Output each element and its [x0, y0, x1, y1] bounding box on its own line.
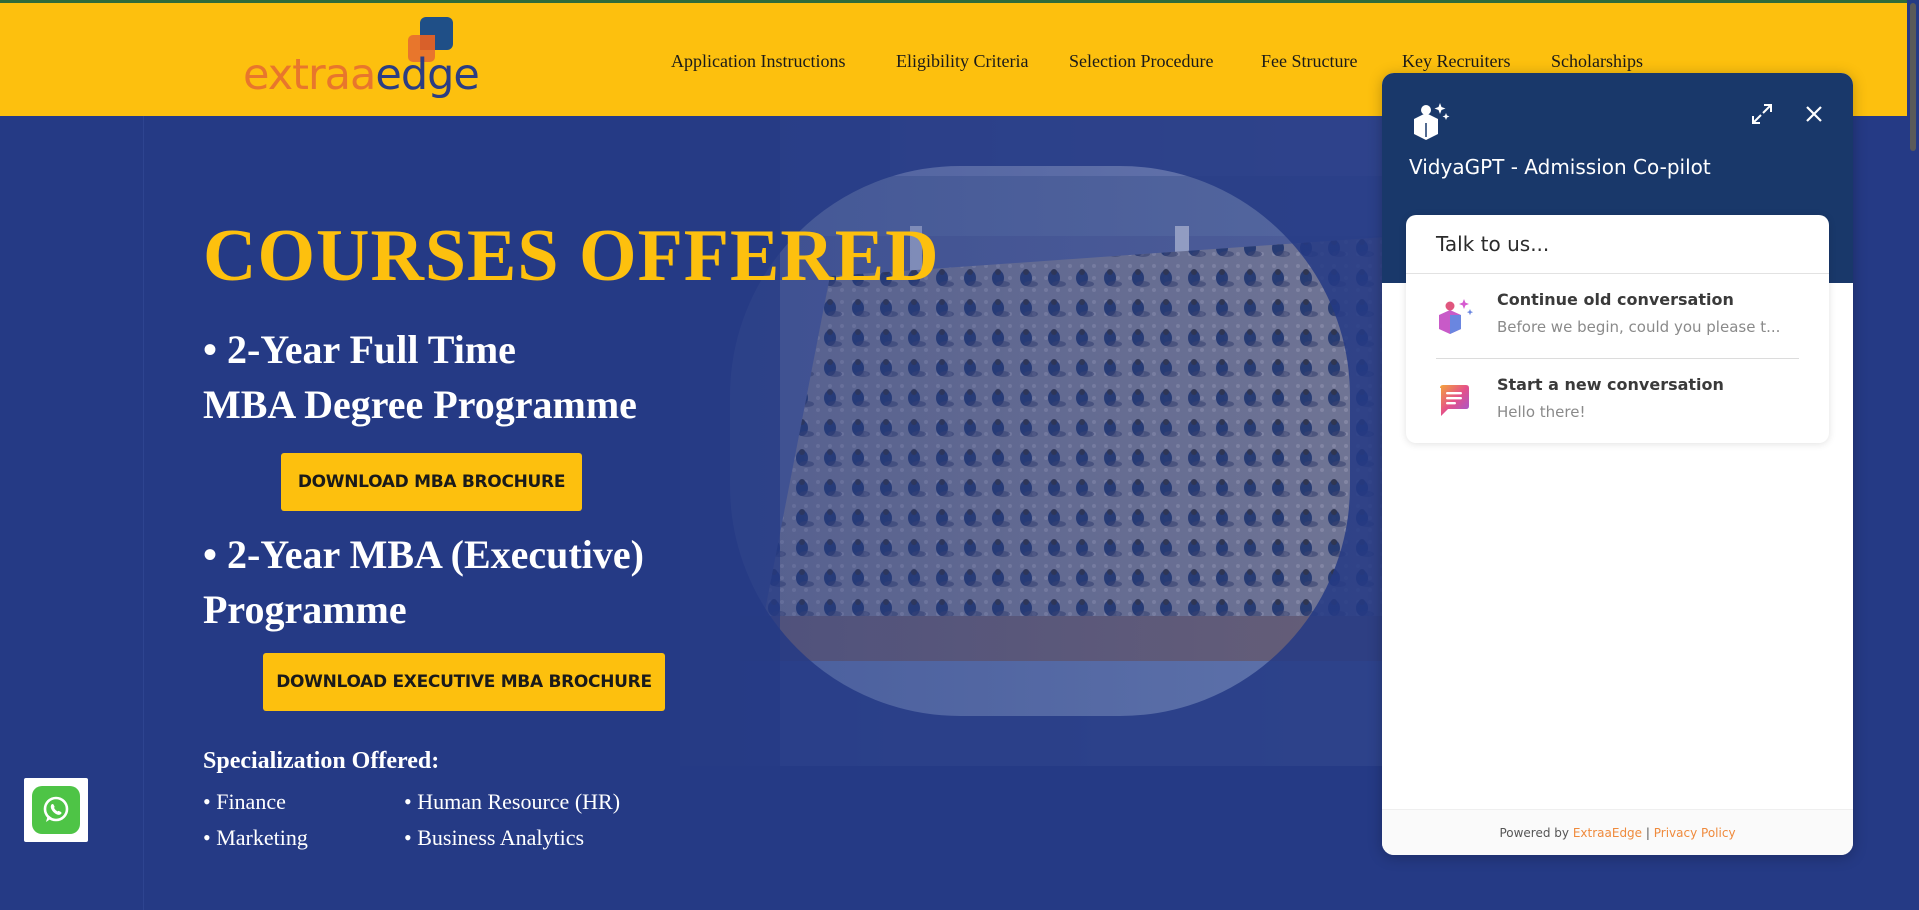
logo-wordmark: extraaedge [243, 50, 480, 100]
expand-icon[interactable] [1750, 102, 1774, 126]
whatsapp-button[interactable] [24, 778, 88, 842]
extraaedge-logo[interactable]: extraaedge [243, 17, 480, 101]
download-mba-brochure-button[interactable]: DOWNLOAD MBA BROCHURE [281, 453, 582, 511]
vidyagpt-chat-widget: VidyaGPT - Admission Co-pilot Talk to us… [1382, 73, 1853, 855]
course1-line2: MBA Degree Programme [203, 382, 637, 427]
left-divider [143, 116, 144, 910]
spec-marketing: • Marketing [203, 825, 308, 850]
card-heading: Talk to us... [1406, 215, 1829, 274]
logo-text-extraa: extraa [243, 50, 376, 100]
conversation-divider [1436, 358, 1799, 359]
extraaedge-link[interactable]: ExtraaEdge [1573, 826, 1642, 840]
nav-fee-structure[interactable]: Fee Structure [1261, 51, 1357, 72]
nav-scholarships[interactable]: Scholarships [1551, 51, 1643, 72]
chat-title: VidyaGPT - Admission Co-pilot [1409, 155, 1711, 179]
continue-old-conversation[interactable]: Continue old conversation Before we begi… [1406, 275, 1829, 359]
nav-eligibility-criteria[interactable]: Eligibility Criteria [896, 51, 1028, 72]
logo-text-edge: edge [375, 50, 479, 100]
download-executive-mba-brochure-button[interactable]: DOWNLOAD EXECUTIVE MBA BROCHURE [263, 653, 665, 711]
footer-separator: | [1645, 826, 1650, 840]
powered-by-label: Powered by [1499, 826, 1569, 840]
new-conversation-preview: Hello there! [1497, 403, 1586, 421]
page-scrollbar-thumb[interactable] [1910, 3, 1916, 151]
spec-finance: • Finance [203, 789, 286, 814]
conversation-card: Talk to us... Continue old conversation … [1406, 215, 1829, 443]
course2-line1: • 2-Year MBA (Executive) [203, 532, 644, 577]
spec-business-analytics: • Business Analytics [404, 825, 585, 850]
new-conversation-title: Start a new conversation [1497, 375, 1724, 394]
courses-offered-title: COURSES OFFERED [203, 215, 940, 297]
continue-conversation-title: Continue old conversation [1497, 290, 1734, 309]
new-chat-icon [1440, 385, 1469, 416]
course1-line1: • 2-Year Full Time [203, 327, 516, 372]
continue-conversation-preview: Before we begin, could you please t... [1497, 318, 1781, 336]
nav-selection-procedure[interactable]: Selection Procedure [1069, 51, 1213, 72]
nav-key-recruiters[interactable]: Key Recruiters [1402, 51, 1510, 72]
chat-footer: Powered by ExtraaEdge | Privacy Policy [1382, 809, 1853, 855]
conversation-history-icon [1439, 299, 1474, 334]
spec-human-resource: • Human Resource (HR) [404, 789, 621, 814]
close-icon[interactable] [1802, 102, 1826, 126]
nav-application-instructions[interactable]: Application Instructions [671, 51, 845, 72]
talk-to-us-label: Talk to us... [1436, 232, 1550, 256]
start-new-conversation[interactable]: Start a new conversation Hello there! [1406, 360, 1829, 444]
privacy-policy-link[interactable]: Privacy Policy [1654, 826, 1736, 840]
chat-bot-icon [1414, 103, 1450, 140]
whatsapp-icon [32, 786, 80, 834]
specialization-title: Specialization Offered: [203, 748, 440, 774]
course2-line2: Programme [203, 587, 407, 632]
